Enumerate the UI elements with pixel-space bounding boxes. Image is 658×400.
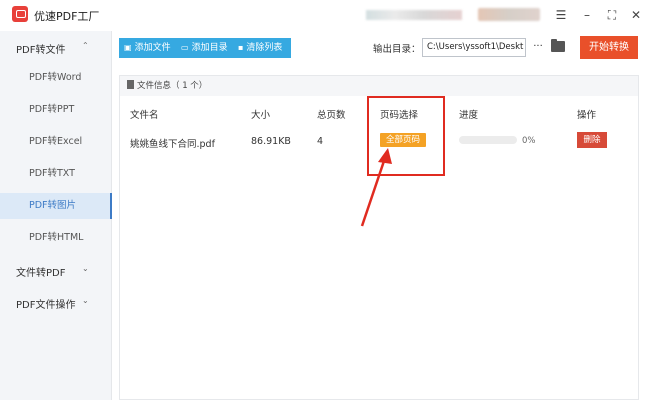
chevron-down-icon[interactable]: ⌄ [82,264,89,273]
column-header-size: 大小 [251,110,271,121]
sidebar-group-file-to-pdf[interactable]: 文件转PDF [16,264,65,279]
browse-more-button[interactable]: ··· [531,38,545,57]
start-convert-button[interactable]: 开始转换 [580,36,638,59]
user-avatar-blurred[interactable] [478,8,540,21]
sidebar-item-pdf-to-excel[interactable]: PDF转Excel [0,129,111,155]
file-name-cell: 姚姚鱼线下合同.pdf [130,139,215,150]
maximize-button[interactable]: ⛶ [603,6,621,24]
add-directory-button[interactable]: ▭ 添加目录 [176,38,233,58]
sidebar-item-pdf-to-html[interactable]: PDF转HTML [0,225,111,251]
sidebar: PDF转文件 ⌃ PDF转Word PDF转PPT PDF转Excel PDF转… [0,31,112,400]
progress-bar [459,136,517,144]
sidebar-item-pdf-to-ppt[interactable]: PDF转PPT [0,97,111,123]
output-directory-field[interactable]: C:\Users\yssoft1\Deskt [422,38,526,57]
file-info-title: 文件信息（ 1 个） [137,81,208,91]
app-logo-icon [12,6,28,22]
trash-icon: ▪ [238,43,244,52]
title-bar: 优速PDF工厂 ☰ – ⛶ ✕ [0,0,658,31]
sidebar-item-pdf-to-word[interactable]: PDF转Word [0,65,111,91]
column-header-pages: 总页数 [317,110,346,121]
clear-list-button[interactable]: ▪ 清除列表 [233,38,291,58]
close-button[interactable]: ✕ [627,6,645,24]
output-directory-label: 输出目录： [373,44,421,55]
folder-icon: ▭ [181,43,189,52]
sidebar-group-pdf-operations[interactable]: PDF文件操作 [16,296,75,311]
file-size-cell: 86.91KB [251,136,291,147]
minimize-button[interactable]: – [578,6,596,24]
column-header-progress: 进度 [459,110,479,121]
add-directory-label: 添加目录 [191,43,228,53]
chevron-down-icon[interactable]: ⌄ [82,296,89,305]
delete-button[interactable]: 删除 [577,132,607,148]
column-header-filename: 文件名 [130,110,159,121]
add-file-label: 添加文件 [134,43,171,53]
menu-icon[interactable]: ☰ [552,6,570,24]
folder-icon[interactable] [551,39,565,52]
sidebar-group-pdf-to-file[interactable]: PDF转文件 [16,41,65,56]
sidebar-item-pdf-to-txt[interactable]: PDF转TXT [0,161,111,187]
progress-percent: 0% [522,136,536,146]
document-icon [127,80,134,89]
app-title: 优速PDF工厂 [34,10,100,23]
sidebar-item-pdf-to-image[interactable]: PDF转图片 [0,193,112,219]
add-file-button[interactable]: ▣ 添加文件 [119,38,176,58]
plus-icon: ▣ [124,43,132,52]
clear-list-label: 清除列表 [246,43,283,53]
file-pages-cell: 4 [317,136,324,147]
file-info-header: 文件信息（ 1 个） [120,76,638,96]
highlight-box [367,96,445,176]
column-header-action: 操作 [577,110,597,121]
blurred-region [366,10,462,20]
chevron-up-icon[interactable]: ⌃ [82,41,89,50]
